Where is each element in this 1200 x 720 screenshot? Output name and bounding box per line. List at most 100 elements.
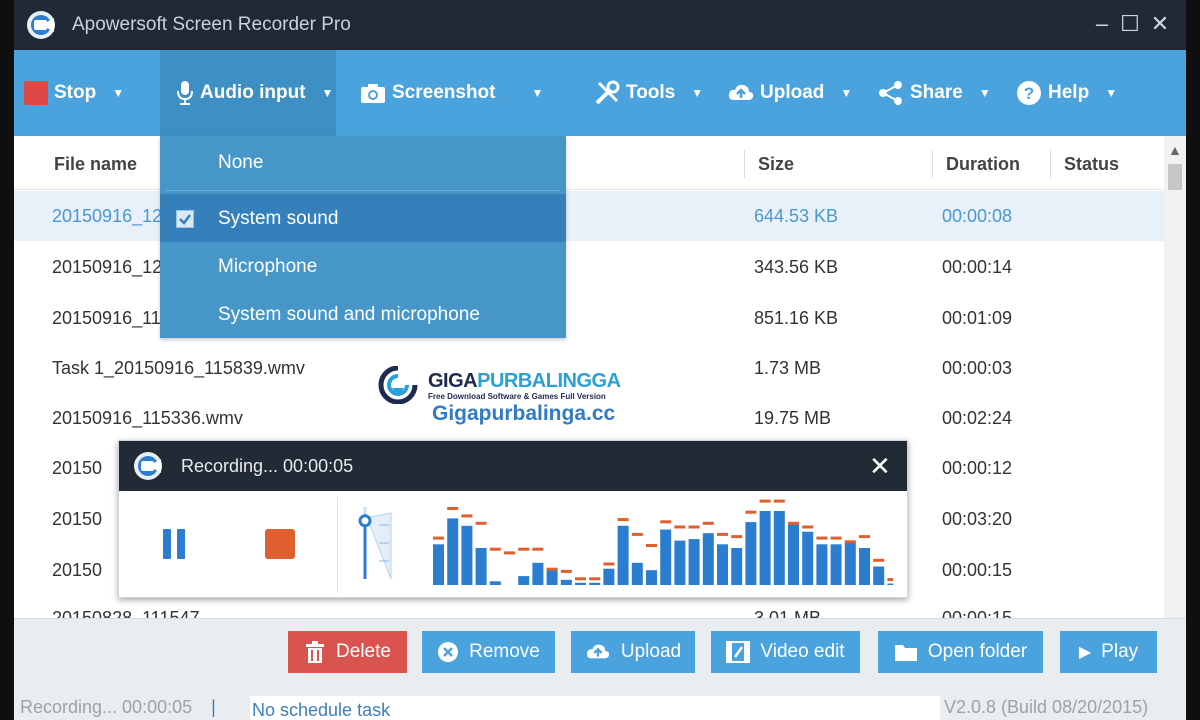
file-name-cell: 20150916_12 (52, 206, 163, 226)
file-duration-cell: 00:00:08 (942, 206, 1013, 226)
menu-item-system-sound-and-microphone[interactable]: System sound and microphone (160, 290, 566, 338)
column-duration[interactable]: Duration (946, 154, 1020, 175)
open-folder-button[interactable]: Open folder (878, 631, 1043, 673)
toolbar-screenshot-label: Screenshot (392, 82, 496, 103)
toolbar-screenshot-button[interactable]: Screenshot ▼ (360, 50, 543, 136)
spectrum-peak (461, 514, 473, 518)
recording-status-text: Recording... 00:00:05 (20, 697, 193, 717)
stop-icon (24, 81, 48, 105)
video-edit-button[interactable]: Video edit (711, 631, 860, 673)
spectrum-bar (646, 570, 657, 585)
spectrum-peak (816, 536, 828, 540)
menu-divider (166, 190, 560, 191)
recording-popup-header[interactable]: Recording... 00:00:05 ✕ (119, 441, 907, 491)
chevron-down-icon[interactable]: ▼ (112, 86, 124, 100)
spectrum-peak (859, 535, 870, 539)
delete-label: Delete (336, 641, 391, 662)
toolbar-tools-button[interactable]: Tools ▼ (594, 50, 703, 136)
chevron-down-icon[interactable]: ▼ (531, 86, 543, 100)
scroll-up-icon[interactable]: ▲ (1168, 142, 1182, 158)
spectrum-bar (546, 568, 558, 585)
spectrum-bar (589, 582, 601, 585)
menu-item-none[interactable]: None (160, 138, 566, 186)
spectrum-peak (802, 525, 814, 529)
checkbox-checked-icon (176, 210, 194, 228)
file-duration-cell: 00:00:12 (942, 458, 1013, 478)
chevron-down-icon[interactable]: ▼ (1105, 86, 1117, 100)
version-label: V2.0.8 (Build 08/20/2015) (944, 697, 1149, 717)
spectrum-bar (717, 544, 728, 585)
close-button[interactable]: ✕ (1148, 12, 1172, 36)
stop-button[interactable] (265, 529, 295, 559)
menu-item-system-sound[interactable]: System sound (160, 194, 566, 242)
spectrum-peak (575, 577, 586, 581)
title-bar[interactable]: Apowersoft Screen Recorder Pro – ☐ ✕ (14, 0, 1186, 50)
delete-button[interactable]: Delete (288, 631, 407, 673)
spectrum-peak (631, 532, 643, 536)
maximize-button[interactable]: ☐ (1118, 12, 1142, 36)
upload-button[interactable]: Upload (571, 631, 695, 673)
cloud-upload-icon (728, 84, 754, 100)
table-scrollbar[interactable]: ▲ (1164, 136, 1186, 618)
column-divider[interactable] (932, 150, 933, 178)
spectrum-bar (518, 576, 530, 585)
remove-icon (438, 642, 459, 662)
schedule-task-link[interactable]: No schedule task (252, 700, 390, 720)
spectrum-peak (504, 551, 515, 555)
toolbar-share-button[interactable]: Share ▼ (878, 50, 991, 136)
cloud-upload-icon (586, 644, 609, 659)
video-edit-icon (726, 641, 751, 663)
folder-icon (894, 645, 917, 661)
volume-slider[interactable] (353, 503, 393, 583)
spectrum-bar (859, 548, 870, 585)
column-size[interactable]: Size (758, 154, 794, 175)
toolbar-help-button[interactable]: ? Help ▼ (1016, 50, 1117, 136)
table-row[interactable]: 20150828_111547 3.01 MB 00:00:15 (14, 596, 1164, 618)
spectrum-bar (603, 568, 615, 585)
spectrum-peak (745, 510, 757, 514)
menu-item-microphone[interactable]: Microphone (160, 242, 566, 290)
spectrum-bar (660, 529, 672, 585)
file-duration-cell: 00:00:15 (942, 560, 1013, 580)
file-size-cell: 644.53 KB (754, 206, 839, 226)
pause-button[interactable] (163, 529, 187, 559)
chevron-down-icon[interactable]: ▼ (840, 86, 852, 100)
column-status[interactable]: Status (1064, 154, 1119, 175)
close-icon[interactable]: ✕ (869, 451, 891, 482)
spectrum-peak (617, 518, 629, 522)
watermark-tagline: Free Download Software & Games Full Vers… (428, 392, 606, 401)
svg-text:?: ? (1024, 84, 1034, 103)
column-file-name[interactable]: File name (54, 154, 137, 175)
remove-button[interactable]: Remove (422, 631, 555, 673)
spectrum-bar (447, 518, 459, 585)
trash-icon (306, 641, 325, 663)
play-button[interactable]: ▶ Play (1060, 631, 1157, 673)
column-divider[interactable] (744, 150, 745, 178)
spectrum-peak (674, 525, 686, 529)
spectrum-bar (674, 540, 686, 585)
toolbar-audio-input-button[interactable]: Audio input ▼ (160, 50, 336, 136)
scrollbar-thumb[interactable] (1168, 164, 1182, 190)
upload-label: Upload (620, 641, 682, 662)
minimize-button[interactable]: – (1090, 12, 1114, 36)
toolbar-stop-button[interactable]: Stop ▼ (24, 50, 160, 136)
chevron-down-icon[interactable]: ▼ (979, 86, 991, 100)
spectrum-peak (788, 521, 799, 525)
file-name-cell: 20150916_12 (52, 257, 163, 277)
file-name-cell: 20150916_11 (52, 308, 161, 328)
spectrum-peak (560, 569, 572, 573)
toolbar-upload-button[interactable]: Upload ▼ (728, 50, 852, 136)
file-name-cell: 20150 (52, 560, 103, 580)
open-folder-label: Open folder (927, 641, 1028, 662)
spectrum-peak (433, 536, 444, 540)
spectrum-bar (688, 539, 700, 585)
spectrum-bar (830, 544, 842, 585)
spectrum-peak (873, 558, 885, 562)
file-name-cell: 20150 (52, 458, 103, 478)
app-window: Apowersoft Screen Recorder Pro – ☐ ✕ Sto… (14, 0, 1186, 720)
chevron-down-icon[interactable]: ▼ (691, 86, 703, 100)
spectrum-peak (844, 540, 856, 544)
chevron-down-icon[interactable]: ▼ (322, 86, 334, 100)
column-divider[interactable] (1050, 150, 1051, 178)
file-name-cell: Task 1_20150916_115839.wmv (52, 358, 305, 378)
